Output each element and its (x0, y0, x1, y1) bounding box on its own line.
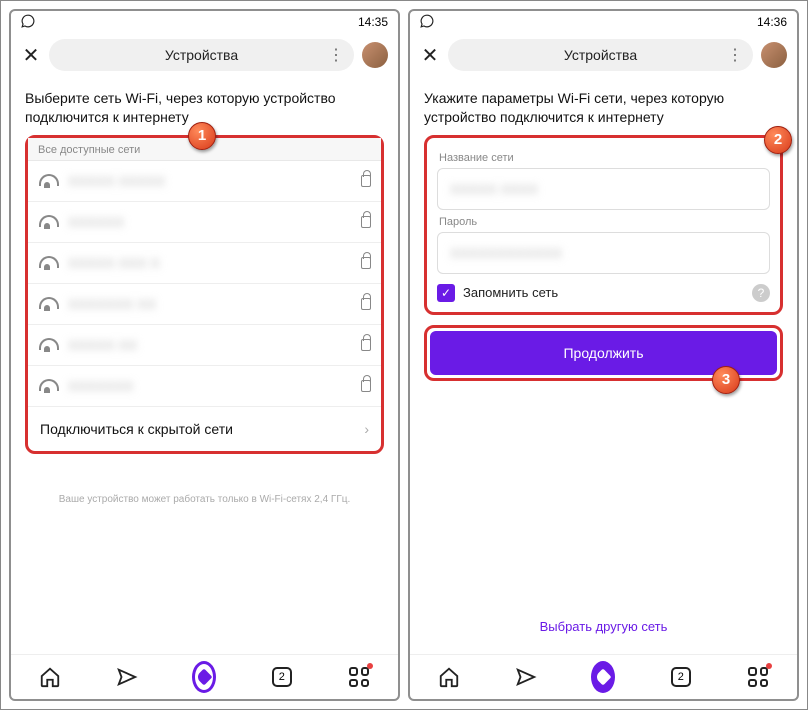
whatsapp-icon (21, 14, 35, 31)
nav-tabs[interactable]: 2 (669, 665, 693, 689)
tab-count: 2 (272, 667, 292, 687)
close-icon[interactable]: ✕ (420, 43, 440, 68)
wifi-icon (38, 338, 56, 352)
status-bar: 14:36 (410, 11, 797, 33)
avatar[interactable] (362, 42, 388, 68)
status-time: 14:35 (358, 15, 388, 29)
nav-alice[interactable] (591, 665, 615, 689)
password-label: Пароль (439, 216, 770, 228)
lock-icon (361, 339, 371, 351)
lock-icon (361, 175, 371, 187)
wifi-ssid: XXXXX XXX X (68, 255, 353, 271)
nav-home[interactable] (38, 665, 62, 689)
remember-label: Запомнить сеть (463, 285, 744, 300)
nav-menu[interactable] (746, 665, 770, 689)
wifi-row[interactable]: XXXXXXX XX (28, 284, 381, 325)
callout-marker-2: 2 (764, 126, 792, 154)
content: Выберите сеть Wi-Fi, через которую устро… (11, 77, 398, 654)
close-icon[interactable]: ✕ (21, 43, 41, 68)
header-title: Устройства (165, 47, 238, 63)
callout-marker-3: 3 (712, 366, 740, 394)
lock-icon (361, 298, 371, 310)
form-highlight: 2 Название сети XXXXX XXXX Пароль XXXXXX… (424, 135, 783, 315)
more-icon[interactable]: ⋮ (328, 45, 344, 65)
choose-another-link[interactable]: Выбрать другую сеть (424, 519, 783, 634)
password-input[interactable]: XXXXXXXXXXXX (437, 232, 770, 274)
help-icon[interactable]: ? (752, 284, 770, 302)
hidden-network-link[interactable]: Подключиться к скрытой сети › (28, 406, 381, 451)
screen-wifi-params: 14:36 ✕ Устройства ⋮ Укажите параметры W… (408, 9, 799, 701)
bottom-nav: 2 (11, 654, 398, 699)
wifi-list: XXXXX XXXXX XXXXXX XXXXX XXX X XXXXXXX X… (28, 161, 381, 406)
alice-icon (192, 661, 216, 693)
wifi-icon (38, 215, 56, 229)
wifi-row[interactable]: XXXXX XX (28, 325, 381, 366)
whatsapp-icon (420, 14, 434, 31)
continue-highlight: Продолжить 3 (424, 325, 783, 381)
remember-row: ✓ Запомнить сеть ? (437, 284, 770, 302)
wifi-row[interactable]: XXXXXXX (28, 366, 381, 406)
screen-select-wifi: 14:35 ✕ Устройства ⋮ Выберите сеть Wi-Fi… (9, 9, 400, 701)
hidden-network-label: Подключиться к скрытой сети (40, 421, 233, 437)
nav-menu[interactable] (347, 665, 371, 689)
nav-alice[interactable] (192, 665, 216, 689)
bottom-nav: 2 (410, 654, 797, 699)
wifi-icon (38, 379, 56, 393)
page-title: Укажите параметры Wi-Fi сети, через кото… (424, 89, 783, 127)
wifi-row[interactable]: XXXXX XXXXX (28, 161, 381, 202)
header-title: Устройства (564, 47, 637, 63)
callout-marker-1: 1 (188, 122, 216, 150)
lock-icon (361, 380, 371, 392)
wifi-row[interactable]: XXXXXX (28, 202, 381, 243)
wifi-icon (38, 256, 56, 270)
wifi-ssid: XXXXX XXXXX (68, 173, 353, 189)
wifi-ssid: XXXXX XX (68, 337, 353, 353)
chevron-right-icon: › (364, 421, 369, 437)
status-bar: 14:35 (11, 11, 398, 33)
ssid-input[interactable]: XXXXX XXXX (437, 168, 770, 210)
wifi-ssid: XXXXXXX (68, 378, 353, 394)
lock-icon (361, 257, 371, 269)
footnote: Ваше устройство может работать только в … (25, 494, 384, 505)
tab-count: 2 (671, 667, 691, 687)
wifi-ssid: XXXXXX (68, 214, 353, 230)
ssid-label: Название сети (439, 152, 770, 164)
wifi-icon (38, 174, 56, 188)
wifi-row[interactable]: XXXXX XXX X (28, 243, 381, 284)
remember-checkbox[interactable]: ✓ (437, 284, 455, 302)
nav-send[interactable] (115, 665, 139, 689)
notification-dot-icon (766, 663, 772, 669)
content: Укажите параметры Wi-Fi сети, через кото… (410, 77, 797, 654)
nav-home[interactable] (437, 665, 461, 689)
avatar[interactable] (761, 42, 787, 68)
header: ✕ Устройства ⋮ (410, 33, 797, 77)
status-time: 14:36 (757, 15, 787, 29)
nav-tabs[interactable]: 2 (270, 665, 294, 689)
alice-icon (591, 661, 615, 693)
header-pill[interactable]: Устройства ⋮ (448, 39, 753, 71)
header-pill[interactable]: Устройства ⋮ (49, 39, 354, 71)
notification-dot-icon (367, 663, 373, 669)
lock-icon (361, 216, 371, 228)
page-title: Выберите сеть Wi-Fi, через которую устро… (25, 89, 384, 127)
wifi-icon (38, 297, 56, 311)
nav-send[interactable] (514, 665, 538, 689)
header: ✕ Устройства ⋮ (11, 33, 398, 77)
wifi-list-highlight: 1 Все доступные сети XXXXX XXXXX XXXXXX … (25, 135, 384, 454)
wifi-ssid: XXXXXXX XX (68, 296, 353, 312)
more-icon[interactable]: ⋮ (727, 45, 743, 65)
